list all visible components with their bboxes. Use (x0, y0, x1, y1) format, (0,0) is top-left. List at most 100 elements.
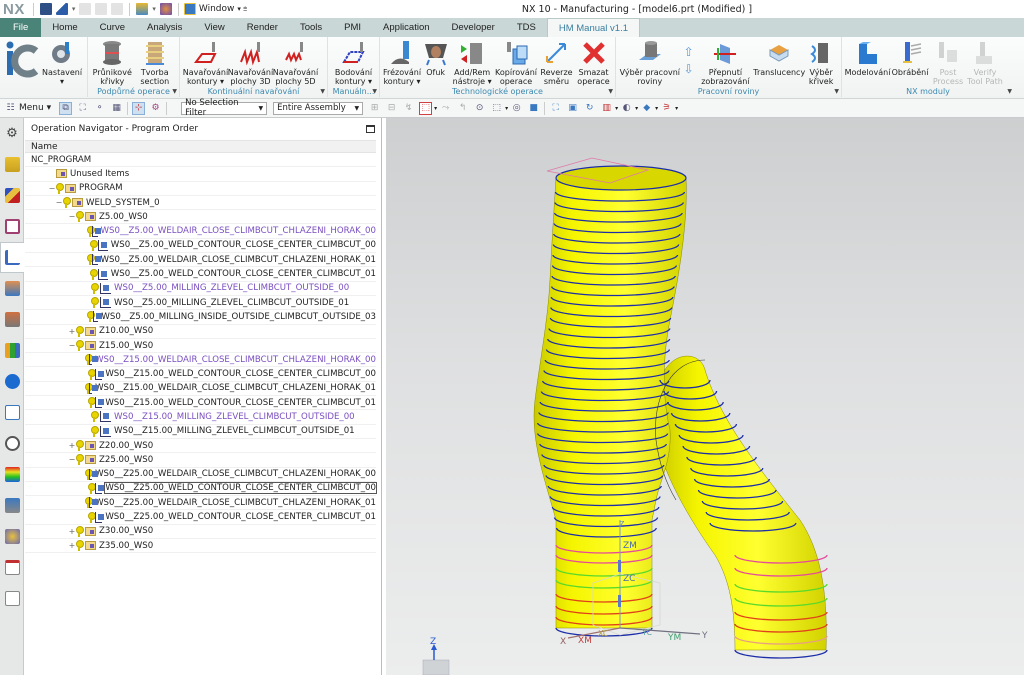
tab-view[interactable]: View (193, 18, 235, 37)
general-selection-icon[interactable]: ⬚ (419, 101, 433, 115)
operation-row[interactable]: WS0__Z25.00_WELDAIR_CLOSE_CLIMBCUT_CHLAZ… (25, 496, 376, 511)
group-more-icon[interactable]: ▼ (1007, 88, 1012, 95)
root-row[interactable]: NC_PROGRAM (25, 153, 376, 168)
modelovani-button[interactable]: Modelování (845, 39, 890, 77)
add-rem-nastroje-button[interactable]: Add/Rem nástroje ▾ (450, 39, 494, 86)
edit-section-icon[interactable]: ◆ (640, 102, 653, 115)
shaded-cube-icon[interactable]: ■ (527, 102, 540, 115)
show-objects-icon[interactable]: ⚬ (93, 102, 106, 115)
pick-face-icon[interactable]: ⤳ (439, 102, 452, 115)
resource-roles[interactable] (0, 366, 24, 397)
group-more-icon[interactable]: ▼ (608, 88, 613, 95)
program-group-row[interactable]: − Z15.00_WS0 (25, 339, 376, 354)
rotate-icon[interactable]: ↻ (583, 102, 596, 115)
ofuk-button[interactable]: Ofuk (421, 39, 450, 77)
translucency-button[interactable]: Translucency (753, 39, 805, 77)
copy-icon[interactable] (95, 3, 108, 15)
bodovani-kontury-button[interactable]: Bodování kontury ▾ (331, 39, 376, 86)
resource-hd3d-tools[interactable] (0, 335, 24, 366)
resource-checklist[interactable] (0, 583, 24, 614)
operation-row[interactable]: WS0__Z15.00_WELDAIR_CLOSE_CLIMBCUT_CHLAZ… (25, 382, 376, 397)
group-more-icon[interactable]: ▼ (372, 88, 377, 95)
chevron-down-icon[interactable]: ▾ (675, 105, 678, 112)
fit-icon[interactable]: ⛶ (549, 102, 562, 115)
snap-view-icon[interactable]: ⧉ (59, 101, 73, 115)
graphics-viewport[interactable]: Z ZM ZC X XM XC YC YM Y Z (386, 118, 1024, 675)
program-group-row[interactable]: − PROGRAM (25, 182, 376, 196)
collapse-icon[interactable]: − (68, 455, 76, 464)
collapse-icon[interactable]: − (68, 341, 76, 350)
select-feature-icon[interactable]: ⊞ (368, 102, 381, 115)
nastaveni-button[interactable]: Nastavení ▾ (40, 39, 84, 86)
vyber-pracovni-roviny-button[interactable]: Výběr pracovní roviny (619, 39, 681, 86)
operation-row[interactable]: WS0__Z25.00_WELD_CONTOUR_CLOSE_CENTER_CL… (25, 510, 376, 525)
resource-part-navigator[interactable] (0, 211, 24, 242)
tab-developer[interactable]: Developer (441, 18, 506, 37)
tab-tds[interactable]: TDS (506, 18, 547, 37)
tab-hm-manual[interactable]: HM Manual v1.1 (546, 18, 641, 37)
resource-web-browser[interactable] (0, 397, 24, 428)
resource-history[interactable] (0, 428, 24, 459)
tab-pmi[interactable]: PMI (333, 18, 372, 37)
chevron-down-icon[interactable]: ▾ (505, 105, 508, 112)
expand-icon[interactable]: + (68, 441, 76, 450)
program-group-row[interactable]: + Z10.00_WS0 (25, 325, 376, 339)
tab-curve[interactable]: Curve (89, 18, 136, 37)
group-more-icon[interactable]: ▼ (172, 88, 177, 95)
operation-row[interactable]: WS0__Z5.00_MILLING_ZLEVEL_CLIMBCUT_OUTSI… (25, 282, 376, 296)
resource-process-studio[interactable] (0, 490, 24, 521)
tab-file[interactable]: File (0, 18, 42, 37)
program-group-row[interactable]: − WELD_SYSTEM_0 (25, 196, 376, 211)
group-more-icon[interactable]: ▼ (320, 88, 325, 95)
select-body-icon[interactable]: ⊟ (385, 102, 398, 115)
operation-row[interactable]: WS0__Z15.00_WELDAIR_CLOSE_CLIMBCUT_CHLAZ… (25, 353, 376, 368)
show-hierarchy-icon[interactable]: ⛶ (76, 102, 89, 115)
render-style-icon[interactable]: ◐ (620, 102, 633, 115)
navarovani-plochy-5d-button[interactable]: Navařování plochy 5D (273, 39, 318, 86)
selection-filter-dropdown[interactable]: No Selection Filter ▼ (181, 98, 268, 118)
operation-row[interactable]: WS0__Z5.00_MILLING_ZLEVEL_CLIMBCUT_OUTSI… (25, 296, 376, 311)
program-group-row[interactable]: − Z25.00_WS0 (25, 453, 376, 468)
orient-view-icon[interactable]: ▥ (600, 102, 613, 115)
program-group-row[interactable]: Unused Items (25, 167, 376, 182)
save-icon[interactable] (39, 3, 52, 15)
tab-render[interactable]: Render (236, 18, 289, 37)
column-header-name[interactable]: Name (25, 140, 376, 153)
resource-machine-tool-navigator[interactable] (0, 273, 24, 304)
zoom-window-icon[interactable]: ▣ (566, 102, 579, 115)
operation-row[interactable]: WS0__Z25.00_WELD_CONTOUR_CLOSE_CENTER_CL… (25, 482, 377, 497)
resource-reuse-library[interactable] (0, 304, 24, 335)
operation-row[interactable]: WS0__Z25.00_WELDAIR_CLOSE_CLIMBCUT_CHLAZ… (25, 468, 376, 482)
window-menu-button[interactable]: Window ▾ ⩧ (183, 3, 247, 15)
touch-mode-icon[interactable] (159, 3, 172, 15)
operation-row[interactable]: WS0__Z15.00_WELD_CONTOUR_CLOSE_CENTER_CL… (25, 367, 376, 382)
kopirovani-operace-button[interactable]: Kopírování operace (494, 39, 538, 86)
move-plane-updown-button[interactable]: ⇧ ⇩ (681, 39, 697, 84)
paste-icon[interactable] (111, 3, 124, 15)
expand-icon[interactable]: + (68, 541, 76, 550)
menu-button[interactable]: Menu ▾ (19, 103, 51, 113)
group-more-icon[interactable]: ▼ (834, 88, 839, 95)
navarovani-kontury-button[interactable]: Navařování kontury ▾ (183, 39, 228, 86)
reverze-smeru-button[interactable]: Reverze směru (538, 39, 575, 86)
verify-tool-path-button[interactable]: Verify Tool Path (966, 39, 1004, 86)
scope-dropdown[interactable]: Entire Assembly ▼ (273, 101, 364, 115)
prepnuti-zobrazovani-button[interactable]: Přepnutí zobrazování (697, 39, 755, 86)
resource-operation-navigator[interactable] (0, 242, 24, 273)
show-tools-icon[interactable]: ▦ (110, 102, 123, 115)
operation-row[interactable]: WS0__Z5.00_WELD_CONTOUR_CLOSE_CENTER_CLI… (25, 267, 376, 282)
resource-assembly-navigator[interactable] (0, 149, 24, 180)
model-3d-view[interactable]: Z ZM ZC X XM XC YC YM Y Z (386, 118, 1024, 675)
tab-tools[interactable]: Tools (289, 18, 333, 37)
resource-report[interactable] (0, 552, 24, 583)
tab-analysis[interactable]: Analysis (136, 18, 193, 37)
center-point-icon[interactable]: ⊙ (473, 102, 486, 115)
chevron-down-icon[interactable]: ▾ (434, 105, 437, 112)
operation-row[interactable]: WS0__Z5.00_WELDAIR_CLOSE_CLIMBCUT_CHLAZE… (25, 253, 376, 268)
chevron-down-icon[interactable]: ▾ (615, 105, 618, 112)
collapse-icon[interactable]: − (55, 198, 63, 207)
chevron-down-icon[interactable]: ▾ (635, 105, 638, 112)
resource-constraint-navigator[interactable] (0, 180, 24, 211)
resource-settings[interactable]: ⚙ (0, 118, 24, 149)
operation-row[interactable]: WS0__Z15.00_WELD_CONTOUR_CLOSE_CENTER_CL… (25, 396, 376, 411)
